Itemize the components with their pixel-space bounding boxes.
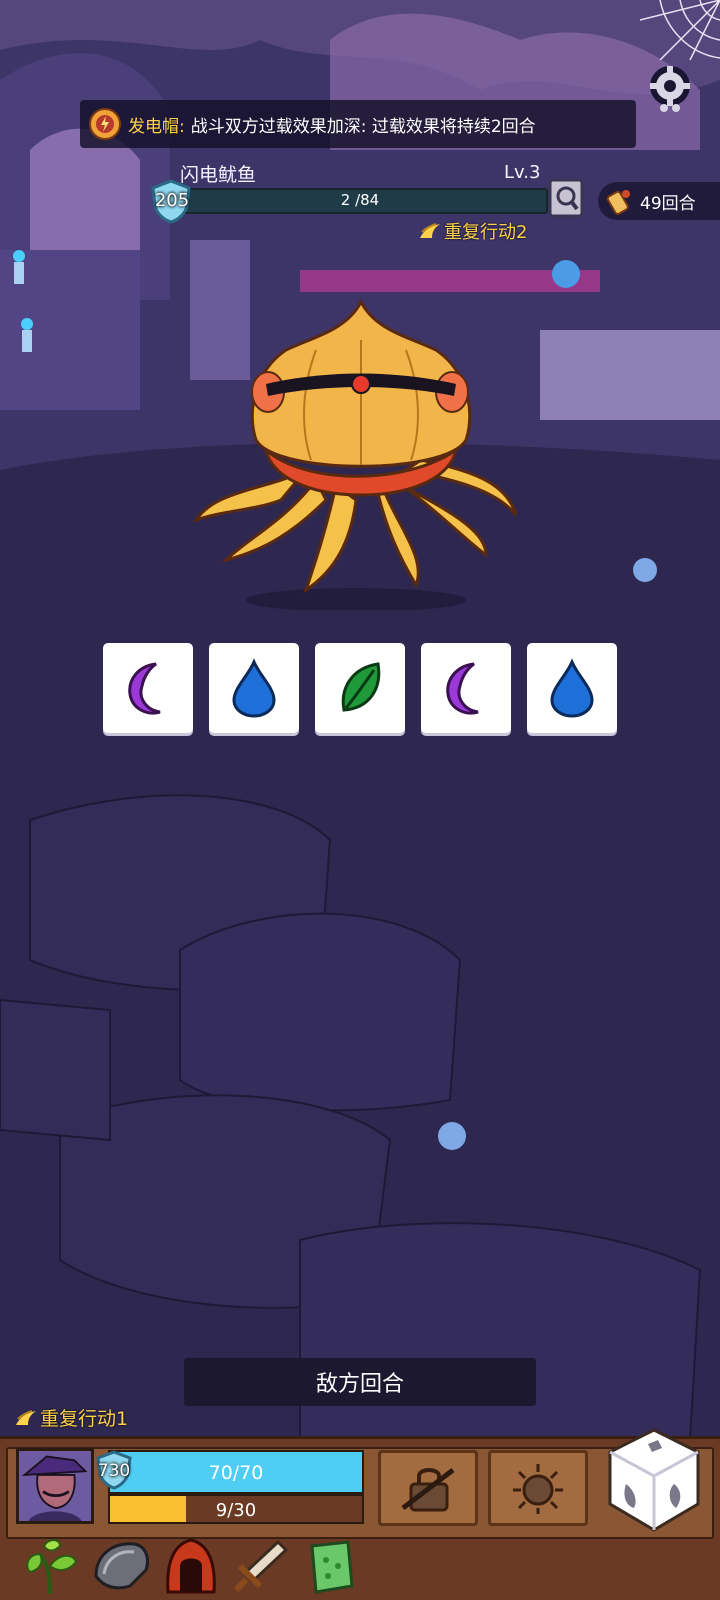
equipment-item-bar (0, 1532, 720, 1600)
enemy-dice-row (103, 643, 621, 733)
dice-face-1 (103, 643, 193, 733)
enemy-hp-bar: 2 /84 (172, 188, 548, 214)
skill-slot-2[interactable] (488, 1450, 588, 1526)
lightning-squid-monster[interactable] (186, 300, 530, 610)
repeat-claw-icon (420, 223, 440, 238)
red-hood-icon[interactable] (160, 1536, 222, 1596)
settings-gear-icon[interactable] (636, 62, 700, 118)
enemy-repeat-action: 重复行动2 (418, 218, 527, 244)
lightning-hat-icon (89, 108, 121, 140)
repeat-claw-icon (16, 1409, 36, 1425)
player-shield-value: 730 (97, 1461, 131, 1481)
scroll-icon (606, 190, 630, 215)
bomb-skill-icon (513, 1464, 563, 1514)
player-hp-bar: 70/70 (108, 1450, 364, 1494)
enemy-repeat-action-text: 重复行动2 (444, 222, 528, 243)
banner-description: 战斗双方过载效果加深: 过载效果将持续2回合 (190, 116, 536, 137)
player-xp-text: 9/30 (215, 1500, 257, 1521)
dice-face-5 (527, 643, 617, 733)
player-hp-text: 70/70 (208, 1462, 264, 1484)
player-xp-bar: 9/30 (108, 1494, 364, 1524)
moon-icon (446, 662, 479, 715)
shoulder-armor-icon[interactable] (90, 1536, 152, 1596)
sword-icon[interactable] (230, 1536, 292, 1596)
skill-slot-1[interactable] (378, 1450, 478, 1526)
enemy-shield-value: 205 (154, 190, 190, 211)
banner-item-name: 发电帽: (128, 116, 185, 137)
locked-skill-icon (401, 1468, 455, 1512)
enemy-hp-text: 2 /84 (340, 191, 380, 209)
equipment-effect-banner: 发电帽: 战斗双方过载效果加深: 过载效果将持续2回合 (80, 100, 636, 148)
moon-icon (128, 662, 161, 715)
roll-dice-button[interactable] (604, 1426, 704, 1534)
turn-counter: 49回合 (598, 182, 720, 220)
sprout-icon[interactable] (20, 1536, 82, 1596)
player-repeat-action-text: 重复行动1 (40, 1408, 129, 1430)
player-avatar[interactable] (16, 1448, 94, 1524)
water-drop-icon (232, 658, 276, 718)
player-repeat-action: 重复行动1 (14, 1404, 128, 1431)
green-scroll-icon[interactable] (300, 1536, 362, 1596)
wizard-portrait-icon (19, 1451, 91, 1521)
enemy-level: Lv.3 (504, 162, 541, 183)
spider-web-icon (640, 0, 720, 60)
dice-face-4 (421, 643, 511, 733)
leaf-icon (341, 662, 381, 712)
water-drop-icon (550, 658, 594, 718)
dice-face-3 (315, 643, 405, 733)
enemy-turn-indicator: 敌方回合 (184, 1358, 536, 1406)
turn-counter-text: 49回合 (640, 193, 696, 214)
enemy-info-icon[interactable] (548, 178, 584, 218)
dice-face-2 (209, 643, 299, 733)
